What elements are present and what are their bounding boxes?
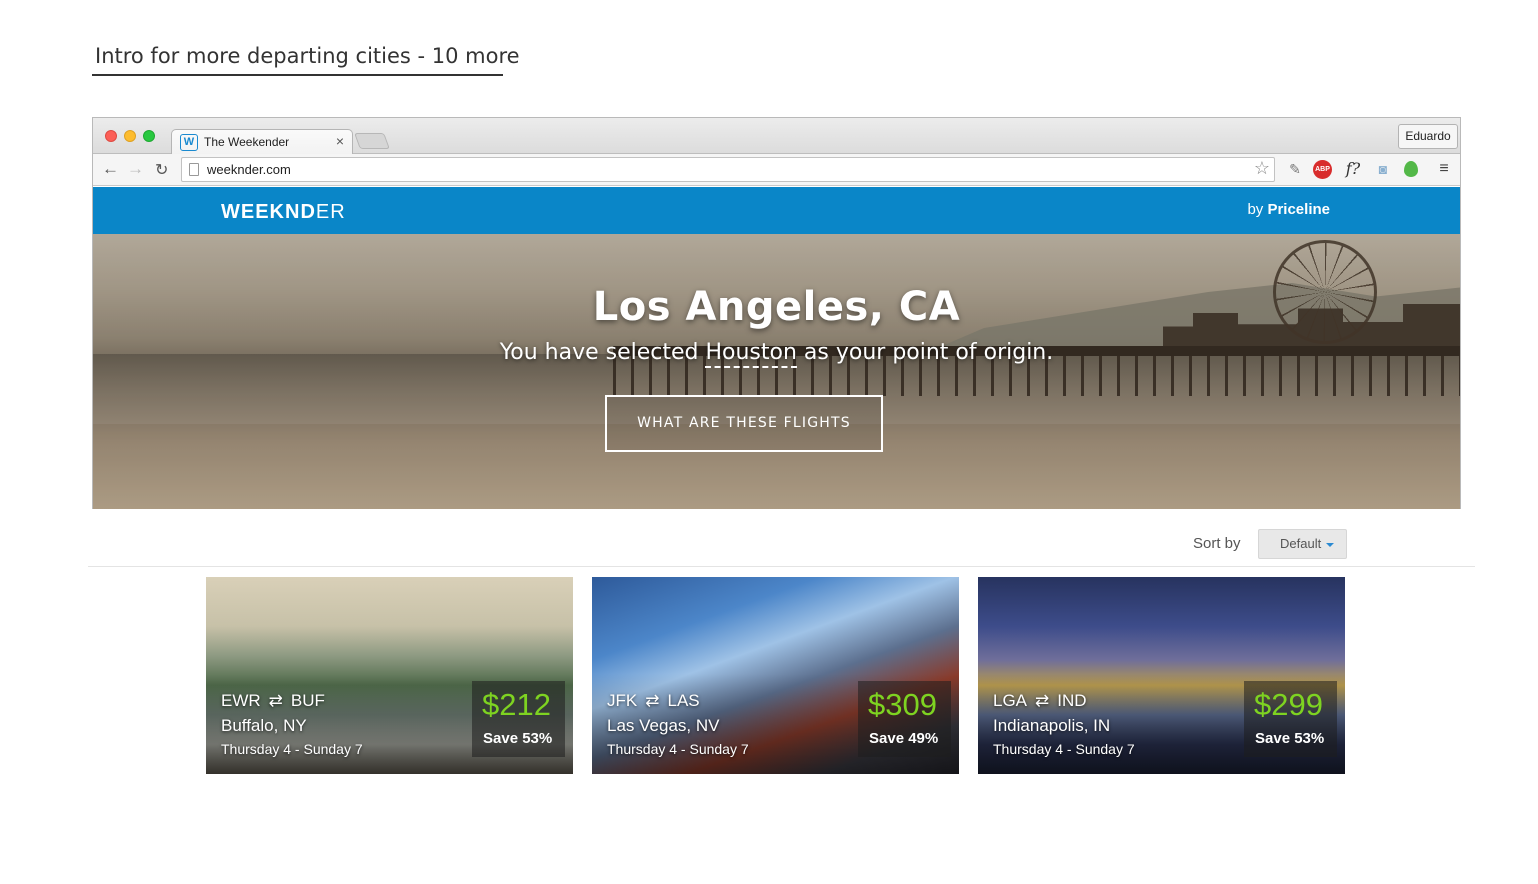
url-text[interactable]: weeknder.com xyxy=(207,162,291,177)
results-divider xyxy=(88,566,1475,567)
tab-strip: W The Weekender × Eduardo xyxy=(93,118,1460,155)
round-trip-icon: ⇄ xyxy=(1035,691,1050,710)
developer-tools-extension-icon[interactable]: ✎ xyxy=(1285,159,1305,179)
card-dates: Thursday 4 - Sunday 7 xyxy=(221,741,363,757)
address-bar[interactable]: weeknder.com ☆ xyxy=(181,157,1275,182)
origin-city-link[interactable]: Houston xyxy=(705,340,797,368)
route-from: LGA xyxy=(993,691,1028,710)
price-box: $309 Save 49% xyxy=(858,681,951,757)
evernote-extension-icon[interactable] xyxy=(1404,161,1418,177)
weekender-favicon-icon: W xyxy=(180,134,198,151)
whatfont-extension-icon[interactable]: f? xyxy=(1343,159,1363,179)
card-route: LGA ⇄ IND xyxy=(993,691,1087,711)
close-window-button[interactable] xyxy=(105,130,117,142)
price-box: $212 Save 53% xyxy=(472,681,565,757)
back-arrow-icon[interactable]: ← xyxy=(102,159,119,179)
page-icon xyxy=(189,163,199,176)
browser-window: W The Weekender × Eduardo ← → ↻ weeknder… xyxy=(92,117,1461,509)
browser-toolbar: ← → ↻ weeknder.com ☆ ✎ ABP f? ◙ ≡ xyxy=(93,154,1460,186)
card-price: $309 xyxy=(868,687,937,722)
card-route: JFK ⇄ LAS xyxy=(607,691,700,711)
round-trip-icon: ⇄ xyxy=(645,691,660,710)
hero-overlay xyxy=(93,234,1460,509)
card-city: Las Vegas, NV xyxy=(607,716,720,735)
card-route: EWR ⇄ BUF xyxy=(221,691,325,711)
annotation-caption: Intro for more departing cities - 10 mor… xyxy=(95,44,520,68)
logo-bold-text: WEEKND xyxy=(221,201,316,223)
reload-icon[interactable]: ↻ xyxy=(155,160,168,180)
deal-card[interactable]: JFK ⇄ LAS Las Vegas, NV Thursday 4 - Sunda… xyxy=(592,577,959,774)
tab-title: The Weekender xyxy=(204,135,290,149)
new-tab-button[interactable] xyxy=(354,133,390,149)
priceline-brand: Priceline xyxy=(1267,201,1330,218)
sort-dropdown[interactable]: Default xyxy=(1258,529,1347,559)
route-from: EWR xyxy=(221,691,261,710)
origin-message-after: as your point of origin. xyxy=(796,340,1054,365)
tab-the-weekender[interactable]: W The Weekender × xyxy=(171,129,353,155)
close-tab-icon[interactable]: × xyxy=(336,133,344,149)
profile-button[interactable]: Eduardo xyxy=(1398,124,1458,149)
destination-title: Los Angeles, CA xyxy=(592,284,961,330)
deal-card[interactable]: LGA ⇄ IND Indianapolis, IN Thursday 4 - Su… xyxy=(978,577,1345,774)
minimize-window-button[interactable] xyxy=(124,130,136,142)
sort-label: Sort by xyxy=(1193,535,1241,552)
price-box: $299 Save 53% xyxy=(1244,681,1337,757)
sort-selected-value: Default xyxy=(1280,536,1322,551)
priceline-byline: by Priceline xyxy=(1247,201,1330,218)
card-savings: Save 53% xyxy=(1255,730,1325,747)
card-price: $212 xyxy=(482,687,551,722)
route-to: IND xyxy=(1057,691,1087,710)
forward-arrow-icon[interactable]: → xyxy=(127,159,144,179)
card-city: Buffalo, NY xyxy=(221,716,307,735)
what-are-these-flights-button[interactable]: WHAT ARE THESE FLIGHTS xyxy=(605,395,883,452)
origin-message-before: You have selected xyxy=(499,340,706,365)
site-header: WEEKNDER by Priceline xyxy=(93,187,1460,234)
byline-prefix: by xyxy=(1247,201,1268,218)
logo-light-text: ER xyxy=(315,201,346,223)
origin-message: You have selected Houston as your point … xyxy=(93,340,1460,368)
card-savings: Save 49% xyxy=(869,730,939,747)
hero-banner: Los Angeles, CA You have selected Housto… xyxy=(93,234,1460,509)
round-trip-icon: ⇄ xyxy=(268,691,283,710)
weeknder-logo[interactable]: WEEKNDER xyxy=(221,201,346,224)
card-city: Indianapolis, IN xyxy=(993,716,1111,735)
deal-card[interactable]: EWR ⇄ BUF Buffalo, NY Thursday 4 - Sunday … xyxy=(206,577,573,774)
route-from: JFK xyxy=(607,691,638,710)
route-to: LAS xyxy=(667,691,700,710)
card-price: $299 xyxy=(1254,687,1323,722)
adblock-plus-extension-icon[interactable]: ABP xyxy=(1313,160,1332,179)
card-dates: Thursday 4 - Sunday 7 xyxy=(993,741,1135,757)
maximize-window-button[interactable] xyxy=(143,130,155,142)
caption-underline xyxy=(92,74,503,76)
browser-menu-icon[interactable]: ≡ xyxy=(1434,159,1454,179)
bookmark-star-icon[interactable]: ☆ xyxy=(1254,158,1270,179)
route-to: BUF xyxy=(290,691,325,710)
card-savings: Save 53% xyxy=(483,730,553,747)
card-dates: Thursday 4 - Sunday 7 xyxy=(607,741,749,757)
screenshot-camera-extension-icon[interactable]: ◙ xyxy=(1373,159,1393,179)
caret-down-icon xyxy=(1326,543,1334,547)
